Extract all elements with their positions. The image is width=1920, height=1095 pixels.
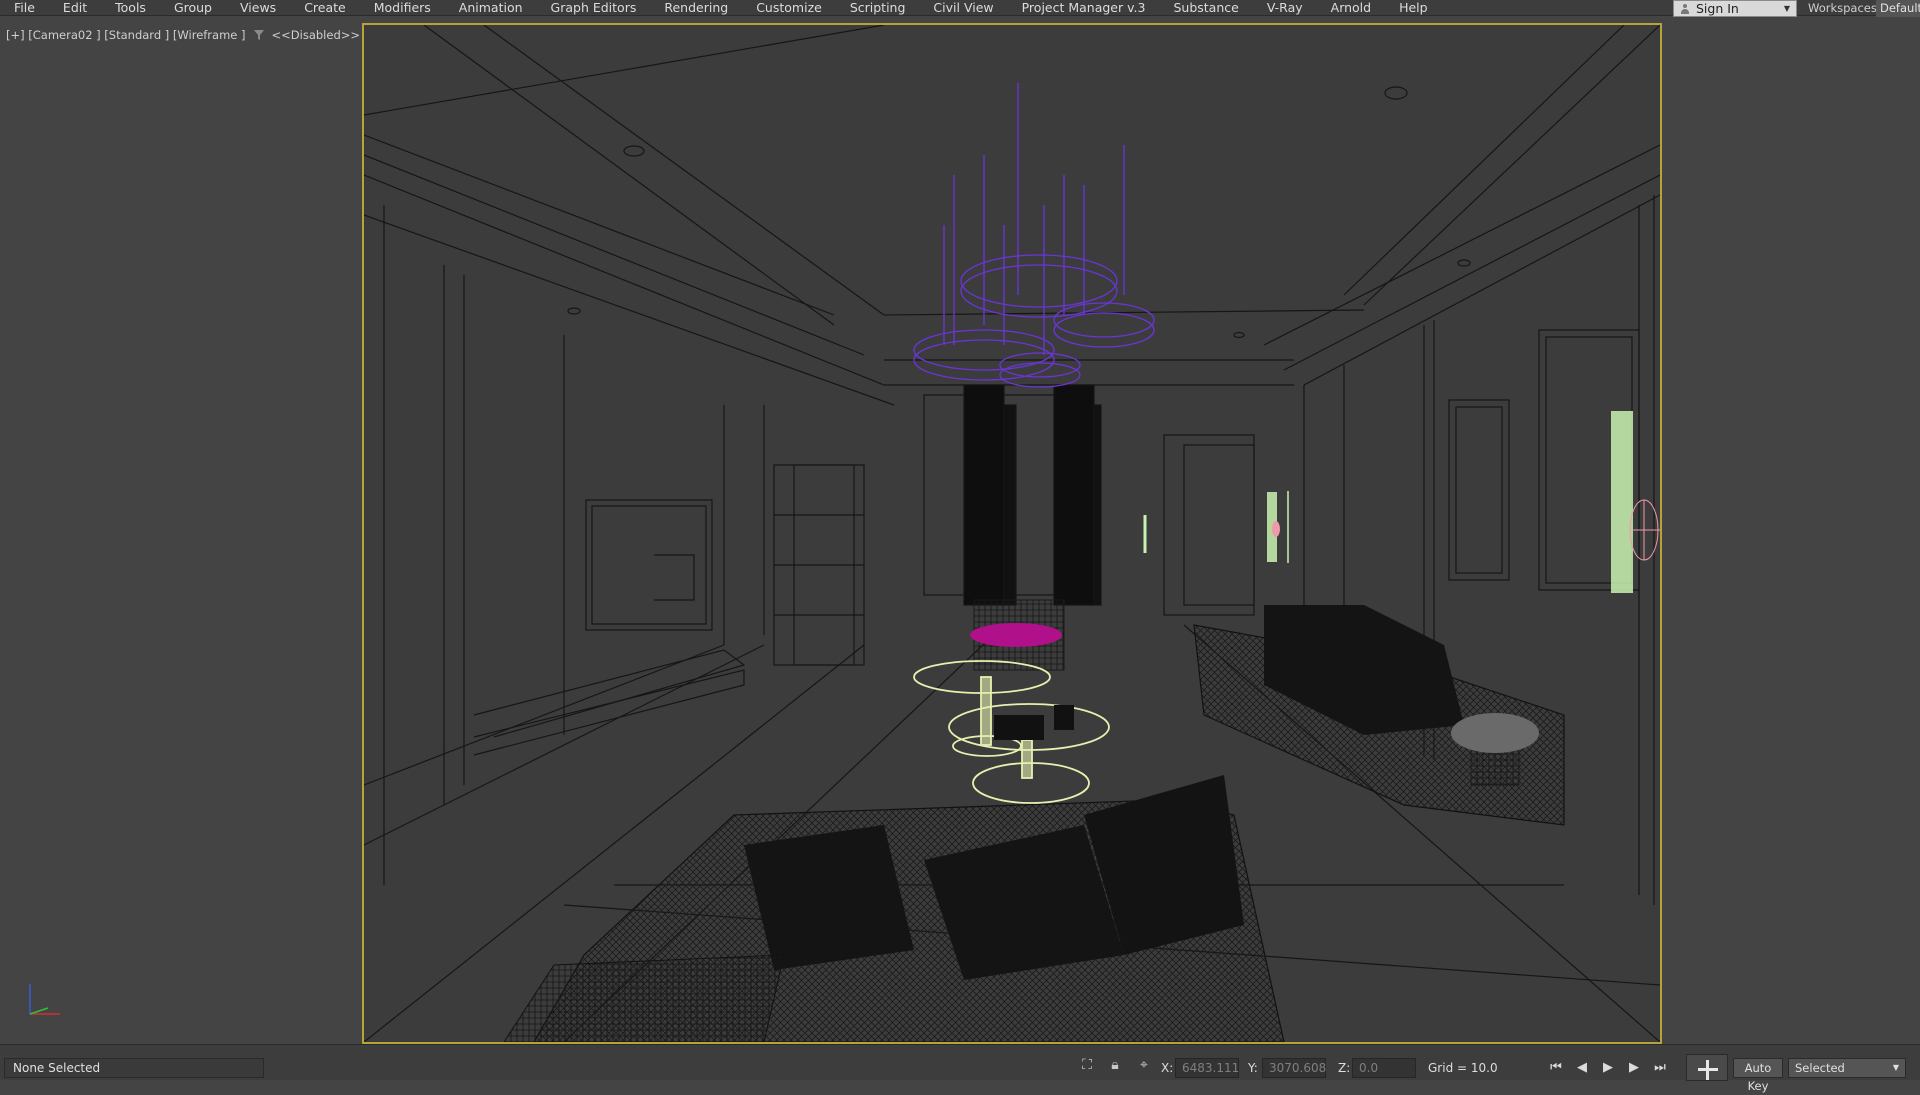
status-bar: None Selected ⛶ 🔒︎ ⌖ X: 6483.111 Y: 3070… bbox=[0, 1044, 1920, 1093]
menu-animation[interactable]: Animation bbox=[445, 0, 537, 15]
left-viewport-area[interactable] bbox=[0, 17, 362, 1044]
workspaces-dropdown[interactable]: Default bbox=[1876, 0, 1920, 17]
sign-in-label: Sign In bbox=[1696, 1, 1739, 16]
camera-viewport[interactable] bbox=[362, 23, 1662, 1044]
play-icon[interactable]: ▶︎ bbox=[1598, 1058, 1618, 1078]
key-filter-dropdown[interactable]: Selected ▼ bbox=[1788, 1058, 1906, 1078]
go-to-end-icon[interactable]: ⏭ bbox=[1650, 1058, 1670, 1078]
workspaces-label: Workspaces: bbox=[1808, 1, 1881, 15]
menu-tools[interactable]: Tools bbox=[101, 0, 160, 15]
menu-views[interactable]: Views bbox=[226, 0, 290, 15]
menu-arnold[interactable]: Arnold bbox=[1317, 0, 1385, 15]
chevron-down-icon: ▼ bbox=[1783, 4, 1790, 13]
menu-civil-view[interactable]: Civil View bbox=[919, 0, 1007, 15]
filter-icon[interactable] bbox=[253, 30, 264, 40]
go-to-start-icon[interactable]: ⏮ bbox=[1546, 1058, 1566, 1078]
menu-bar: File Edit Tools Group Views Create Modifiers An… bbox=[0, 0, 1920, 17]
menu-scripting[interactable]: Scripting bbox=[836, 0, 920, 15]
wireframe-scene[interactable] bbox=[364, 25, 1660, 1042]
viewport-filter-label[interactable]: <<Disabled>> bbox=[272, 28, 361, 42]
y-label: Y: bbox=[1248, 1061, 1258, 1075]
user-icon bbox=[1680, 3, 1690, 14]
lock-icon[interactable]: 🔒︎ bbox=[1106, 1056, 1124, 1074]
z-label: Z: bbox=[1338, 1061, 1351, 1075]
sign-in-button[interactable]: Sign In ▼ bbox=[1673, 0, 1797, 17]
selection-status: None Selected bbox=[4, 1058, 264, 1078]
z-coordinate-field[interactable]: 0.0 bbox=[1352, 1058, 1416, 1078]
x-coordinate-field[interactable]: 6483.111 bbox=[1175, 1058, 1239, 1078]
viewport-label-text[interactable]: [+] [Camera02 ] [Standard ] [Wireframe ] bbox=[6, 28, 246, 42]
viewport-label[interactable]: [+] [Camera02 ] [Standard ] [Wireframe ]… bbox=[6, 28, 360, 42]
menu-graph-editors[interactable]: Graph Editors bbox=[537, 0, 651, 15]
menu-help[interactable]: Help bbox=[1385, 0, 1442, 15]
isolate-selection-icon[interactable]: ⛶ bbox=[1078, 1056, 1096, 1074]
next-frame-icon[interactable]: ▶︎ bbox=[1624, 1058, 1644, 1078]
right-viewport-area[interactable] bbox=[1662, 17, 1920, 1044]
axis-tripod-icon bbox=[22, 978, 66, 1022]
menu-edit[interactable]: Edit bbox=[49, 0, 101, 15]
previous-frame-icon[interactable]: ◀︎ bbox=[1572, 1058, 1592, 1078]
menu-v-ray[interactable]: V-Ray bbox=[1253, 0, 1317, 15]
menu-file[interactable]: File bbox=[0, 0, 49, 15]
key-filter-value: Selected bbox=[1795, 1061, 1845, 1075]
menu-substance[interactable]: Substance bbox=[1159, 0, 1252, 15]
absolute-mode-icon[interactable]: ⌖ bbox=[1135, 1056, 1153, 1074]
menu-modifiers[interactable]: Modifiers bbox=[360, 0, 445, 15]
menu-items: File Edit Tools Group Views Create Modifiers An… bbox=[0, 0, 1442, 16]
menu-project-manager-v-3[interactable]: Project Manager v.3 bbox=[1008, 0, 1160, 15]
menu-create[interactable]: Create bbox=[290, 0, 360, 15]
menu-rendering[interactable]: Rendering bbox=[650, 0, 742, 15]
set-key-button[interactable] bbox=[1686, 1054, 1728, 1081]
grid-size-readout: Grid = 10.0 bbox=[1428, 1061, 1498, 1075]
auto-key-button[interactable]: Auto Key bbox=[1733, 1058, 1783, 1093]
menu-group[interactable]: Group bbox=[160, 0, 226, 15]
chevron-down-icon: ▼ bbox=[1892, 1063, 1899, 1072]
menu-customize[interactable]: Customize bbox=[742, 0, 836, 15]
y-coordinate-field[interactable]: 3070.608 bbox=[1262, 1058, 1326, 1078]
x-label: X: bbox=[1161, 1061, 1174, 1075]
